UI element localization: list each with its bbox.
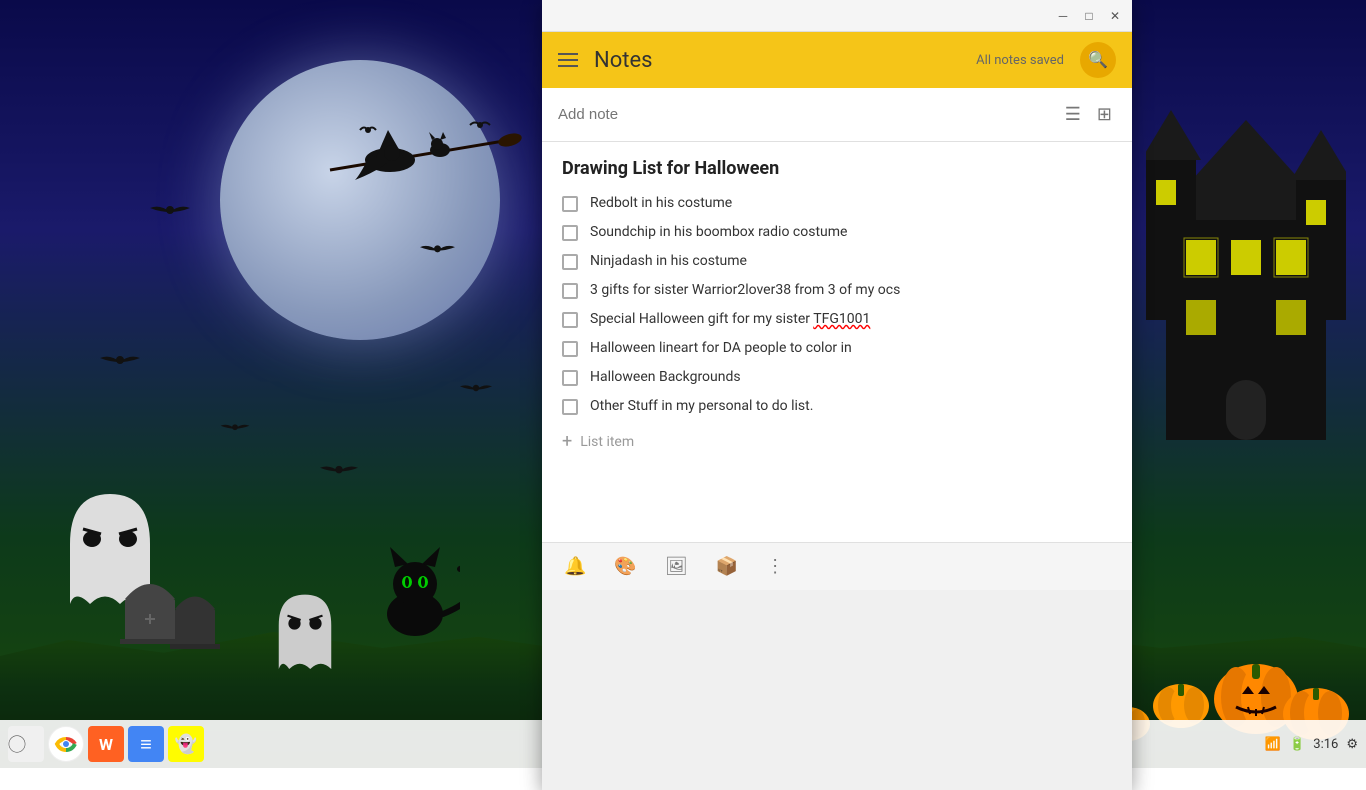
close-button[interactable]: ✕	[1106, 7, 1124, 25]
checkbox-2[interactable]	[562, 225, 578, 241]
witch-silhouette	[310, 110, 530, 190]
app-title: Notes	[594, 48, 960, 73]
haunted-house	[1146, 100, 1346, 450]
bat5	[320, 460, 358, 484]
item-text-1: Redbolt in his costume	[590, 195, 732, 211]
archive-button[interactable]: 📦	[710, 550, 744, 583]
docs-icon[interactable]: ≡	[128, 726, 164, 762]
more-button[interactable]: ⋮	[760, 550, 790, 583]
note-title: Drawing List for Halloween	[562, 158, 1112, 179]
bell-button[interactable]: 🔔	[558, 550, 592, 583]
system-tray: ⚙	[1346, 737, 1358, 752]
notes-header: Notes All notes saved 🔍	[542, 32, 1132, 88]
bat1	[150, 200, 190, 225]
item-text-4: 3 gifts for sister Warrior2lover38 from …	[590, 282, 900, 298]
title-bar: ─ □ ✕	[542, 0, 1132, 32]
list-item: Other Stuff in my personal to do list.	[562, 398, 1112, 415]
bat3	[100, 350, 140, 375]
list-item: Redbolt in his costume	[562, 195, 1112, 212]
list-view-icon[interactable]: ☰	[1061, 100, 1085, 129]
list-item: Halloween lineart for DA people to color…	[562, 340, 1112, 357]
launcher-button[interactable]: ⃝	[8, 726, 44, 762]
note-content: Drawing List for Halloween Redbolt in hi…	[542, 142, 1132, 542]
item-text-3: Ninjadash in his costume	[590, 253, 747, 269]
bat4	[220, 420, 250, 438]
snapchat-icon[interactable]: 👻	[168, 726, 204, 762]
list-item: Ninjadash in his costume	[562, 253, 1112, 270]
notes-window: ─ □ ✕ Notes All notes saved 🔍 ☰ ⊞ Drawin…	[542, 0, 1132, 790]
checkbox-5[interactable]	[562, 312, 578, 328]
add-note-input[interactable]	[558, 106, 1061, 123]
checkbox-4[interactable]	[562, 283, 578, 299]
list-item: Halloween Backgrounds	[562, 369, 1112, 386]
note-toolbar: 🔔 🎨 🖼 📦 ⋮	[542, 542, 1132, 590]
item-text-2: Soundchip in his boombox radio costume	[590, 224, 847, 240]
search-button[interactable]: 🔍	[1080, 42, 1116, 78]
wifi-icon: 📶	[1265, 737, 1281, 752]
ghost-right	[270, 584, 340, 688]
checkbox-3[interactable]	[562, 254, 578, 270]
item-text-7: Halloween Backgrounds	[590, 369, 741, 385]
battery-icon: 🔋	[1289, 737, 1305, 752]
moon	[220, 60, 500, 340]
black-cat	[370, 539, 460, 653]
item-text-5: Special Halloween gift for my sister TFG…	[590, 311, 870, 327]
checkbox-6[interactable]	[562, 341, 578, 357]
add-list-item-row[interactable]: + List item	[562, 427, 1112, 456]
image-button[interactable]: 🖼	[659, 550, 694, 583]
checkbox-7[interactable]	[562, 370, 578, 386]
item-text-8: Other Stuff in my personal to do list.	[590, 398, 813, 414]
clock: 3:16	[1313, 737, 1338, 752]
list-item: 3 gifts for sister Warrior2lover38 from …	[562, 282, 1112, 299]
minimize-button[interactable]: ─	[1054, 7, 1072, 25]
checkbox-1[interactable]	[562, 196, 578, 212]
list-item: Special Halloween gift for my sister TFG…	[562, 311, 1112, 328]
menu-button[interactable]	[558, 53, 578, 67]
palette-button[interactable]: 🎨	[608, 550, 642, 583]
taskbar-right: 📶 🔋 3:16 ⚙	[1265, 737, 1358, 752]
tfg1001-link[interactable]: TFG1001	[813, 311, 870, 327]
view-toggle: ☰ ⊞	[1061, 100, 1116, 129]
bat6	[460, 380, 492, 400]
add-note-bar: ☰ ⊞	[542, 88, 1132, 142]
checkbox-8[interactable]	[562, 399, 578, 415]
notes-app: Notes All notes saved 🔍 ☰ ⊞ Drawing List…	[542, 32, 1132, 790]
maximize-button[interactable]: □	[1080, 7, 1098, 25]
add-item-label: List item	[580, 434, 634, 450]
add-item-plus-icon: +	[562, 431, 572, 452]
item-text-6: Halloween lineart for DA people to color…	[590, 340, 852, 356]
gravestone2	[170, 579, 220, 653]
grid-view-icon[interactable]: ⊞	[1093, 100, 1116, 129]
chrome-icon[interactable]	[48, 726, 84, 762]
below-note-area	[542, 590, 1132, 790]
save-status: All notes saved	[976, 53, 1064, 68]
list-item: Soundchip in his boombox radio costume	[562, 224, 1112, 241]
wattpad-icon[interactable]: W	[88, 726, 124, 762]
bat2	[420, 240, 455, 262]
